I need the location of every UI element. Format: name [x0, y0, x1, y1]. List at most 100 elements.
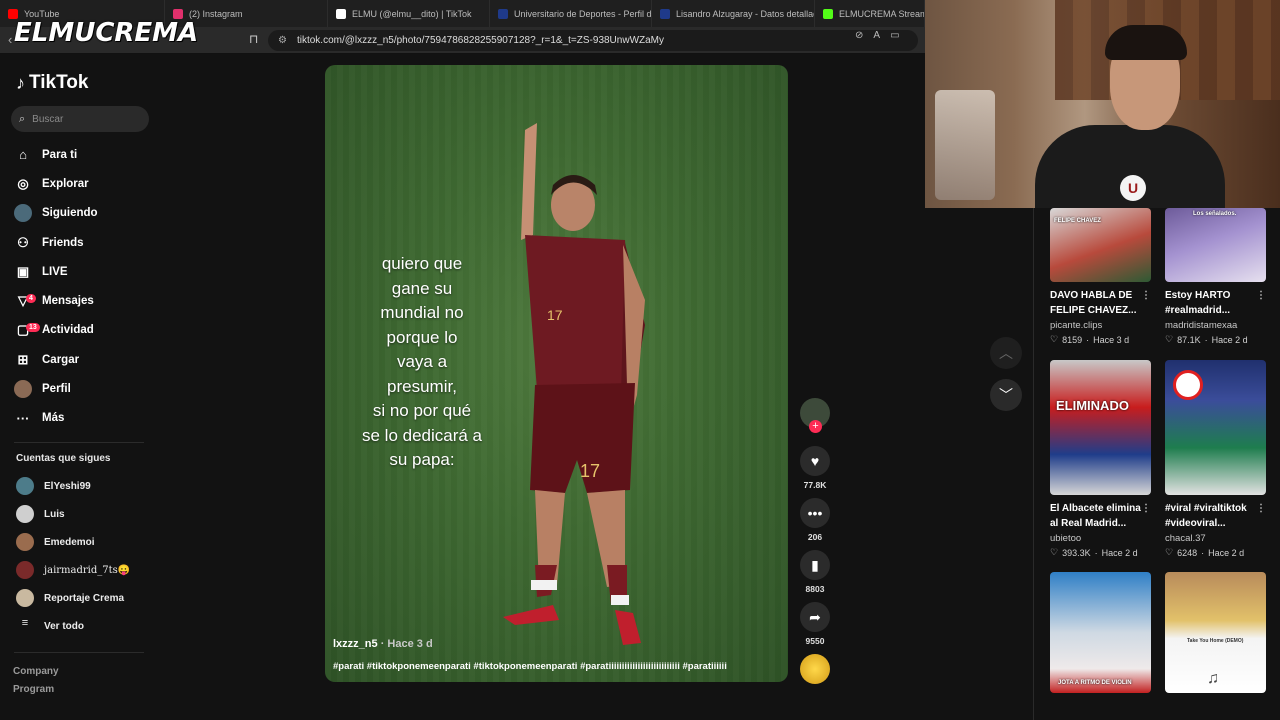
post-actions: ♥ 77.8K ••• 206 ▮ 8803 ➦ 9550: [798, 446, 832, 684]
follow-plus-icon[interactable]: +: [809, 420, 822, 433]
sidebar-item-friends[interactable]: ⚇ Friends: [14, 228, 154, 257]
post-photo[interactable]: 17 17 quiero que gane su mundial no porq…: [325, 65, 788, 682]
heart-outline-icon: ♡: [1165, 334, 1174, 344]
recommendation-card[interactable]: JOTA A RITMO DE VIOLIN: [1050, 572, 1151, 693]
tab-universitario[interactable]: Universitario de Deportes - Perfil de: [490, 0, 652, 27]
sidebar-divider: [14, 442, 144, 443]
streamer-webcam: U: [925, 0, 1280, 208]
video-title[interactable]: Estoy HARTO #realmadrid... ⋮: [1165, 288, 1266, 318]
tab-lisandro[interactable]: Lisandro Alzugaray - Datos detallad: [652, 0, 815, 27]
sidebar-item-mas[interactable]: ··· Más: [14, 404, 154, 433]
club-crest-icon: U: [1120, 175, 1146, 201]
recommendation-card[interactable]: Take You Home (DEMO) ♫: [1165, 572, 1266, 693]
next-post-button[interactable]: ﹀: [990, 379, 1022, 411]
heart-outline-icon: ♡: [1165, 547, 1174, 557]
video-meta: ♡ 6248 · Hace 2 d: [1165, 547, 1245, 558]
comment-action[interactable]: ••• 206: [798, 498, 832, 542]
recommendation-card[interactable]: FELIPE CHAVEZ DAVO HABLA DE FELIPE CHAVEZ…: [1050, 208, 1151, 345]
following-account[interactable]: Emedemoi: [16, 528, 156, 556]
compass-icon: ◎: [17, 175, 29, 191]
translate-icon[interactable]: A: [873, 30, 880, 41]
share-action[interactable]: ➦ 9550: [798, 602, 832, 646]
url-text: tiktok.com/@lxzzz_n5/photo/7594786828255…: [296, 35, 665, 46]
video-author[interactable]: chacal.37: [1165, 533, 1266, 544]
post-hashtags[interactable]: #parati #tiktokponemeenparati #tiktokpon…: [333, 661, 727, 672]
more-icon: ···: [16, 410, 30, 426]
like-action[interactable]: ♥ 77.8K: [798, 446, 832, 490]
tiktok-logo[interactable]: ♪ TikTok: [16, 72, 88, 94]
sidebar-item-explorar[interactable]: ◎ Explorar: [14, 169, 154, 198]
activity-badge: 13: [26, 323, 40, 333]
home-icon: ⌂: [19, 147, 27, 163]
video-author[interactable]: ubietoo: [1050, 533, 1151, 544]
save-action[interactable]: ▮ 8803: [798, 550, 832, 594]
svg-text:17: 17: [547, 307, 563, 323]
tab-kick[interactable]: ELMUCREMA Stream - W: [815, 0, 925, 27]
following-account[interactable]: Luis: [16, 500, 156, 528]
search-input[interactable]: ⌕ Buscar: [11, 106, 149, 132]
following-account[interactable]: ElYeshi99: [16, 472, 156, 500]
video-title[interactable]: #viral #viraltiktok #videoviral... ⋮: [1165, 501, 1266, 531]
more-options-icon[interactable]: ⋮: [1256, 501, 1266, 516]
bookmark-icon[interactable]: ▮: [800, 550, 830, 580]
more-options-icon[interactable]: ⋮: [1141, 501, 1151, 516]
recommendation-card[interactable]: #viral #viraltiktok #videoviral... ⋮ chaca…: [1165, 360, 1266, 558]
kick-icon: [823, 8, 833, 19]
video-thumbnail[interactable]: Los señalados.: [1165, 208, 1266, 282]
following-avatar-icon: [14, 204, 32, 223]
video-title[interactable]: DAVO HABLA DE FELIPE CHAVEZ... ⋮: [1050, 288, 1151, 318]
heart-icon[interactable]: ♥: [800, 446, 830, 476]
see-all-link[interactable]: ≡ Ver todo: [16, 612, 156, 640]
video-meta: ♡ 393.3K · Hace 2 d: [1050, 547, 1138, 558]
photo-caption-overlay: quiero que gane su mundial no porque lo …: [361, 254, 483, 469]
site-settings-icon[interactable]: ⚙: [278, 35, 287, 46]
more-options-icon[interactable]: ⋮: [1256, 288, 1266, 303]
creator-avatar[interactable]: +: [800, 398, 830, 433]
following-account[interactable]: Reportaje Crema: [16, 584, 156, 612]
video-thumbnail[interactable]: Take You Home (DEMO) ♫: [1165, 572, 1266, 693]
video-thumbnail[interactable]: FELIPE CHAVEZ: [1050, 208, 1151, 282]
tiktok-note-icon: ♪: [16, 72, 25, 93]
sidebar-item-mensajes[interactable]: ▽ 4 Mensajes: [14, 286, 154, 315]
video-thumbnail[interactable]: [1165, 360, 1266, 495]
comment-icon[interactable]: •••: [800, 498, 830, 528]
share-icon[interactable]: ➦: [800, 602, 830, 632]
no-tracking-icon[interactable]: ⊘: [855, 30, 863, 41]
bookmark-icon[interactable]: ⊓: [249, 32, 258, 46]
messages-badge: 4: [26, 294, 36, 304]
recommendation-card[interactable]: Los señalados. Estoy HARTO #realmadrid...…: [1165, 208, 1266, 345]
video-author[interactable]: picante.clips: [1050, 320, 1151, 331]
sidebar-item-para-ti[interactable]: ⌂ Para ti: [14, 140, 154, 169]
instagram-icon: [173, 8, 183, 19]
messages-icon: ▽ 4: [14, 292, 36, 310]
music-disc-icon[interactable]: [800, 654, 830, 684]
back-icon[interactable]: ‹: [8, 32, 12, 47]
program-link[interactable]: Program: [13, 681, 59, 699]
avatar: [16, 477, 34, 495]
url-field[interactable]: ⚙ tiktok.com/@lxzzz_n5/photo/75947868282…: [268, 30, 918, 51]
post-author[interactable]: lxzzz_n5 · Hace 3 d: [333, 638, 433, 650]
cast-icon[interactable]: ▭: [890, 30, 899, 41]
video-thumbnail[interactable]: JOTA A RITMO DE VIOLIN: [1050, 572, 1151, 693]
sidebar-item-perfil[interactable]: Perfil: [14, 374, 154, 403]
sidebar-item-actividad[interactable]: ▢ 13 Actividad: [14, 316, 154, 345]
video-thumbnail[interactable]: ELIMINADO: [1050, 360, 1151, 495]
company-link[interactable]: Company: [13, 663, 59, 681]
tab-tiktok[interactable]: ELMU (@elmu__dito) | TikTok: [328, 0, 490, 27]
sidebar-divider: [14, 652, 144, 653]
previous-post-button[interactable]: ︿: [990, 337, 1022, 369]
sidebar-item-live[interactable]: ▣ LIVE: [14, 257, 154, 286]
profile-avatar-icon: [14, 380, 32, 399]
search-icon: ⌕: [19, 112, 26, 125]
more-options-icon[interactable]: ⋮: [1141, 288, 1151, 303]
footer-links: Company Program: [13, 663, 59, 699]
list-icon: ≡: [21, 617, 29, 629]
sidebar-item-siguiendo[interactable]: Siguiendo: [14, 199, 154, 228]
video-title[interactable]: El Albacete elimina al Real Madrid... ⋮: [1050, 501, 1151, 531]
author-username[interactable]: lxzzz_n5: [333, 638, 378, 650]
following-account[interactable]: jairmadrid_7ts😛: [16, 556, 156, 584]
sidebar-item-cargar[interactable]: ⊞ Cargar: [14, 345, 154, 374]
comment-count: 206: [807, 532, 823, 542]
recommendation-card[interactable]: ELIMINADO El Albacete elimina al Real Mad…: [1050, 360, 1151, 558]
video-author[interactable]: madridistamexaa: [1165, 320, 1266, 331]
